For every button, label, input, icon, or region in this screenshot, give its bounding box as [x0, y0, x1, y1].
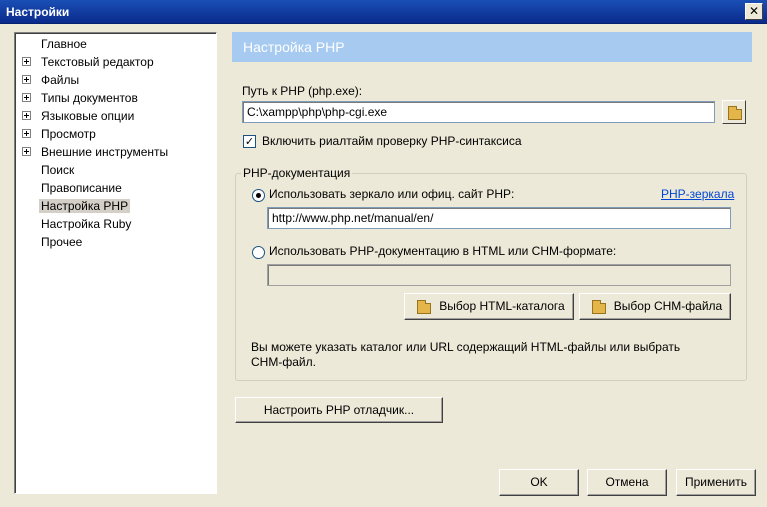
realtime-syntax-checkbox[interactable]: ✓ [243, 135, 256, 148]
mirror-radio[interactable] [252, 189, 265, 202]
close-button[interactable]: ✕ [745, 3, 763, 20]
tree-item-label: Просмотр [41, 127, 96, 141]
browse-php-button[interactable] [722, 100, 746, 124]
folder-icon [728, 106, 742, 120]
cancel-label: Отмена [605, 475, 649, 489]
doc-hint-line-1: Вы можете указать каталог или URL содерж… [251, 340, 681, 354]
php-doc-group-title: PHP-документация [241, 166, 353, 180]
tree-item-label: Языковые опции [41, 109, 135, 123]
panel-heading-band: Настройка PHP [232, 32, 752, 62]
tree-item-general[interactable]: Главное [15, 35, 215, 53]
apply-label: Применить [684, 475, 747, 489]
choose-chm-file-button[interactable]: Выбор CHM-файла [579, 293, 731, 320]
panel-heading: Настройка PHP [243, 39, 345, 55]
local-doc-option-label: Использовать PHP-документацию в HTML или… [269, 244, 617, 258]
ok-button[interactable]: OK [499, 469, 579, 496]
tree-item-search[interactable]: Поиск [15, 161, 215, 179]
tree-item-label: Настройка Ruby [41, 217, 132, 231]
tree-item-spelling[interactable]: Правописание [15, 179, 215, 197]
tree-item-label: Правописание [41, 181, 122, 195]
expand-plus-icon[interactable] [22, 147, 31, 156]
folder-icon [592, 300, 606, 314]
expand-plus-icon[interactable] [22, 75, 31, 84]
apply-button[interactable]: Применить [676, 469, 756, 496]
tree-item-label: Текстовый редактор [41, 55, 154, 69]
expand-plus-icon[interactable] [22, 111, 31, 120]
expand-plus-icon[interactable] [22, 93, 31, 102]
configure-debugger-label: Настроить PHP отладчик... [263, 403, 415, 417]
cancel-button[interactable]: Отмена [587, 469, 667, 496]
doc-url-input[interactable]: http://www.php.net/manual/en/ [267, 207, 731, 229]
tree-item-ruby-settings[interactable]: Настройка Ruby [15, 215, 215, 233]
tree-item-label: Прочее [41, 235, 83, 249]
realtime-syntax-label: Включить риалтайм проверку PHP-синтаксис… [262, 134, 522, 148]
title-bar: Настройки ✕ [0, 0, 767, 24]
doc-hint-line-2: CHM-файл. [251, 355, 316, 369]
php-mirrors-link[interactable]: PHP-зеркала [661, 187, 734, 201]
folder-icon [417, 300, 431, 314]
choose-html-folder-button[interactable]: Выбор HTML-каталога [404, 293, 574, 320]
mirror-option-label: Использовать зеркало или офиц. сайт PHP: [269, 187, 515, 201]
expand-plus-icon[interactable] [22, 57, 31, 66]
php-path-label: Путь к PHP (php.exe): [242, 84, 363, 98]
php-path-input[interactable]: C:\xampp\php\php-cgi.exe [242, 101, 715, 123]
tree-item-label: Файлы [41, 73, 80, 87]
settings-tree: Главное Текстовый редактор Файлы Типы до… [14, 32, 217, 494]
choose-html-folder-label: Выбор HTML-каталога [439, 299, 565, 313]
tree-item-language-options[interactable]: Языковые опции [15, 107, 215, 125]
tree-item-files[interactable]: Файлы [15, 71, 215, 89]
close-icon: ✕ [748, 4, 760, 18]
local-doc-radio[interactable] [252, 246, 265, 259]
tree-item-label: Типы документов [41, 91, 138, 105]
tree-item-view[interactable]: Просмотр [15, 125, 215, 143]
choose-chm-file-label: Выбор CHM-файла [613, 299, 723, 313]
expand-plus-icon[interactable] [22, 129, 31, 138]
tree-item-other[interactable]: Прочее [15, 233, 215, 251]
tree-item-label: Настройка PHP [39, 199, 131, 213]
local-doc-path-input[interactable] [267, 264, 731, 286]
tree-item-text-editor[interactable]: Текстовый редактор [15, 53, 215, 71]
ok-label: OK [530, 475, 548, 489]
tree-item-php-settings[interactable]: Настройка PHP [15, 197, 215, 215]
tree-item-label: Главное [41, 37, 87, 51]
tree-item-document-types[interactable]: Типы документов [15, 89, 215, 107]
tree-item-label: Поиск [41, 163, 75, 177]
tree-item-external-tools[interactable]: Внешние инструменты [15, 143, 215, 161]
tree-item-label: Внешние инструменты [41, 145, 169, 159]
window-title: Настройки [6, 5, 70, 19]
configure-debugger-button[interactable]: Настроить PHP отладчик... [235, 397, 443, 423]
